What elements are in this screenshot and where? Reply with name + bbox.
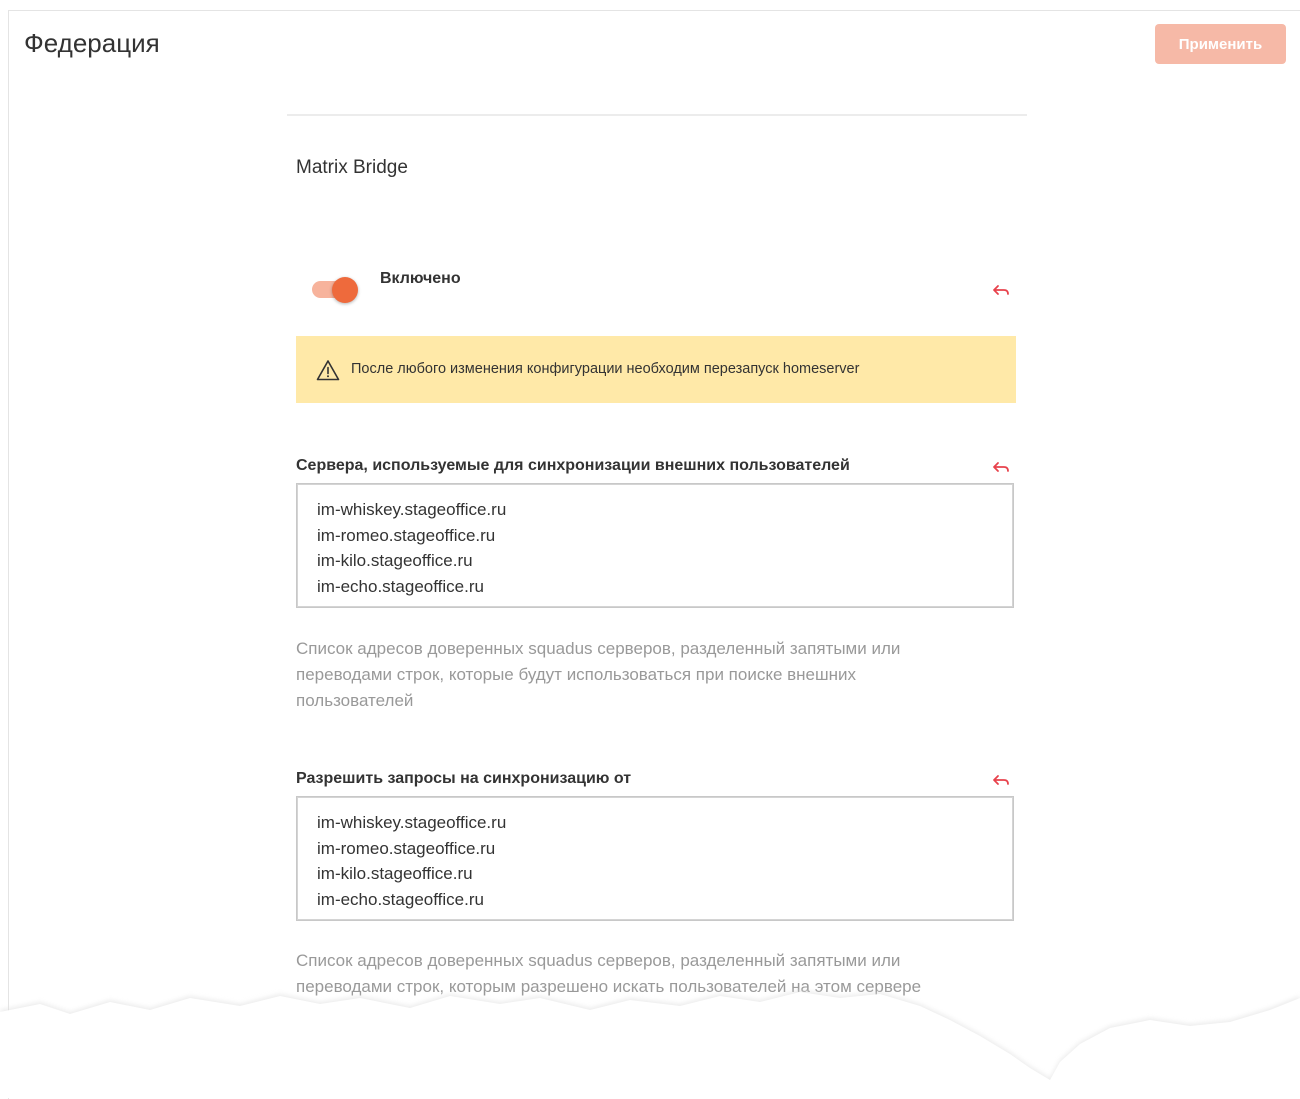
allow-requests-label: Разрешить запросы на синхронизацию от	[296, 770, 632, 787]
hint-line: Список адресов доверенных squadus сервер…	[296, 639, 901, 658]
textarea-line: im-romeo.stageoffice.ru	[317, 838, 496, 858]
textarea-line: im-whiskey.stageoffice.ru	[317, 500, 507, 519]
textarea-line: im-kilo.stageoffice.ru	[317, 864, 473, 883]
hint-line: Список адресов доверенных squadus сервер…	[296, 951, 901, 970]
textarea-line: im-whiskey.stageoffice.ru	[317, 813, 507, 832]
reset-enabled-icon[interactable]	[992, 282, 1010, 298]
divider	[287, 114, 1027, 116]
toggle-knob	[332, 277, 358, 303]
sync-servers-label: Сервера, используемые для синхронизации …	[296, 457, 850, 474]
sync-servers-hint: Список адресов доверенных squadus сервер…	[296, 636, 976, 714]
hint-line: переводами строк, которым разрешено иска…	[296, 977, 922, 996]
section-title: Matrix Bridge	[296, 157, 408, 178]
warning-icon	[316, 360, 340, 381]
textarea-line: im-romeo.stageoffice.ru	[317, 525, 496, 545]
page-title: Федерация	[24, 28, 160, 58]
toggle-label: Включено	[380, 270, 461, 287]
reset-allow-requests-icon[interactable]	[992, 772, 1010, 788]
allow-requests-textarea[interactable]: im-whiskey.stageoffice.ru im-romeo.stage…	[296, 796, 1014, 921]
alert-text: После любого изменения конфигурации необ…	[351, 361, 860, 377]
hint-line: пользователей	[296, 691, 414, 710]
sync-servers-textarea[interactable]: im-whiskey.stageoffice.ru im-romeo.stage…	[296, 483, 1014, 608]
enabled-toggle[interactable]	[310, 277, 362, 303]
textarea-line: im-kilo.stageoffice.ru	[317, 551, 473, 570]
apply-button[interactable]: Применить	[1155, 24, 1286, 64]
textarea-line: im-echo.stageoffice.ru	[317, 889, 484, 909]
hint-line: переводами строк, которые будут использо…	[296, 665, 857, 684]
allow-requests-hint: Список адресов доверенных squadus сервер…	[296, 948, 976, 1000]
textarea-line: im-echo.stageoffice.ru	[317, 576, 484, 596]
restart-alert: После любого изменения конфигурации необ…	[296, 336, 1016, 403]
reset-sync-servers-icon[interactable]	[992, 459, 1010, 475]
